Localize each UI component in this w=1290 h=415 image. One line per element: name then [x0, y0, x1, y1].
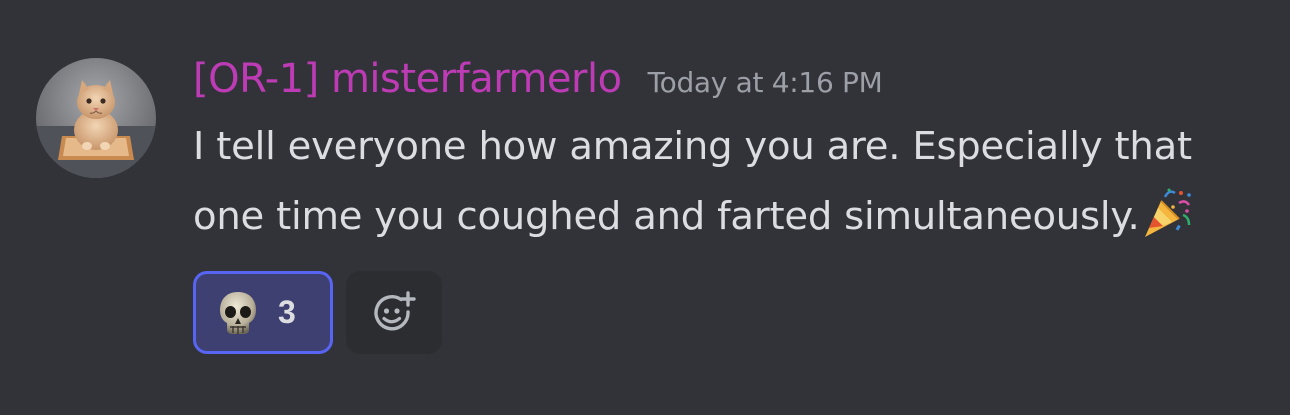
add-reaction-button[interactable]: [346, 271, 442, 354]
chat-message: [OR-1] misterfarmerlo Today at 4:16 PM I…: [0, 0, 1290, 415]
skull-icon: [220, 291, 256, 334]
reaction-count: 3: [278, 294, 296, 330]
message-text-line: I tell everyone how amazing you are. Esp…: [193, 124, 1192, 169]
kitten-avatar-image: [36, 58, 156, 178]
reaction-skull-button[interactable]: 3: [193, 271, 333, 354]
user-avatar[interactable]: [36, 58, 156, 178]
author-username[interactable]: [OR-1] misterfarmerlo: [193, 56, 622, 102]
message-content: I tell everyone how amazing you are. Esp…: [193, 112, 1273, 252]
add-reaction-icon: [374, 290, 416, 330]
message-timestamp[interactable]: Today at 4:16 PM: [648, 66, 883, 99]
message-header: [OR-1] misterfarmerlo Today at 4:16 PM: [193, 56, 883, 112]
message-text-line-2: one time you coughed and farted simultan…: [193, 182, 1273, 252]
reactions-bar: 3: [193, 271, 442, 354]
party-popper-icon: [1145, 188, 1192, 237]
message-text-line: one time you coughed and farted simultan…: [193, 194, 1140, 239]
